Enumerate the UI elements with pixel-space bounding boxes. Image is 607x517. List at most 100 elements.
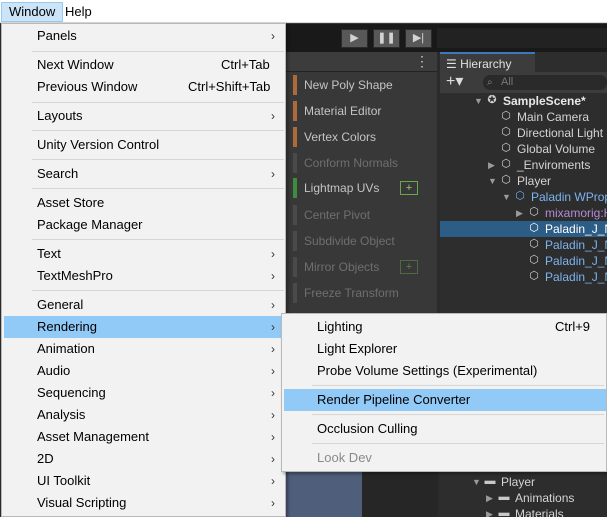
- tool-freeze-transform[interactable]: Freeze Transform: [293, 283, 433, 303]
- tool-conform-normals[interactable]: Conform Normals: [293, 153, 433, 173]
- menu-item-light-explorer[interactable]: Light Explorer: [284, 338, 606, 360]
- menu-item-visual-scripting[interactable]: Visual Scripting ›: [4, 492, 285, 514]
- menu-item-rendering[interactable]: Rendering ›: [4, 316, 285, 338]
- menu-item-occlusion-culling[interactable]: Occlusion Culling: [284, 418, 606, 440]
- hierarchy-search-input[interactable]: ⌕ All: [483, 75, 607, 90]
- tool-material-editor[interactable]: Material Editor: [293, 101, 433, 121]
- hierarchy-row[interactable]: ⬡ Directional Light: [440, 125, 607, 141]
- chevron-right-icon: ›: [271, 452, 275, 466]
- menu-item-animation[interactable]: Animation ›: [4, 338, 285, 360]
- menu-item-asset-store[interactable]: Asset Store: [4, 192, 285, 214]
- hierarchy-row[interactable]: ▼ ⬡ Player: [440, 173, 607, 189]
- hierarchy-row-selected[interactable]: ⬡ Paladin_J_Nordstrom: [440, 221, 607, 237]
- menu-item-label: Rendering: [37, 319, 97, 334]
- tool-label: Lightmap UVs: [304, 181, 380, 195]
- rendering-submenu: Lighting Ctrl+9 Light Explorer Probe Volu…: [281, 313, 607, 472]
- tool-lightmap-uvs[interactable]: Lightmap UVs +: [293, 178, 433, 198]
- menu-item-asset-management[interactable]: Asset Management ›: [4, 426, 285, 448]
- menu-item-lighting[interactable]: Lighting Ctrl+9: [284, 316, 606, 338]
- menu-item-render-pipeline-converter[interactable]: Render Pipeline Converter: [284, 389, 606, 411]
- row-label: Paladin_J_Nordstrom: [545, 238, 607, 252]
- project-panel: ▼ ▬ Player ▶ ▬ Animations ▶ ▬ Materials: [440, 470, 607, 517]
- menu-item-2d[interactable]: 2D ›: [4, 448, 285, 470]
- tool-panel-header: ⋮: [285, 52, 437, 72]
- hierarchy-row[interactable]: ⬡ Paladin_J_Nordstrom: [440, 237, 607, 253]
- tool-subdivide-object[interactable]: Subdivide Object: [293, 231, 433, 251]
- chevron-right-icon: ›: [271, 386, 275, 400]
- menu-item-ui-toolkit[interactable]: UI Toolkit ›: [4, 470, 285, 492]
- menu-item-previous-window[interactable]: Previous Window Ctrl+Shift+Tab: [4, 76, 285, 98]
- gameobject-icon: ⬡: [529, 222, 539, 234]
- menu-item-panels[interactable]: Panels ›: [4, 25, 285, 47]
- hierarchy-row[interactable]: ⬡ Paladin_J_Nordstrom: [440, 253, 607, 269]
- menu-item-textmeshpro[interactable]: TextMeshPro ›: [4, 265, 285, 287]
- toolbar-right-area: [437, 28, 607, 48]
- menu-item-label: UI Toolkit: [37, 473, 91, 488]
- menu-item-text[interactable]: Text ›: [4, 243, 285, 265]
- project-row[interactable]: ▼ ▬ Player: [440, 474, 607, 490]
- menu-item-next-window[interactable]: Next Window Ctrl+Tab: [4, 54, 285, 76]
- scene-view[interactable]: [285, 470, 362, 517]
- tool-mirror-objects[interactable]: Mirror Objects +: [293, 257, 433, 277]
- expand-arrow-icon[interactable]: ▼: [502, 189, 511, 205]
- menu-item-label: Visual Scripting: [37, 495, 127, 510]
- plus-icon[interactable]: +: [400, 260, 418, 274]
- menu-separator: [32, 130, 284, 131]
- expand-arrow-icon[interactable]: ▶: [486, 506, 493, 517]
- menu-item-audio[interactable]: Audio ›: [4, 360, 285, 382]
- tool-new-poly-shape[interactable]: New Poly Shape: [293, 75, 433, 95]
- play-icon[interactable]: ▶: [341, 29, 368, 48]
- menu-item-label: Light Explorer: [317, 341, 398, 356]
- pause-icon[interactable]: ❚❚: [373, 29, 400, 48]
- folder-icon: ▬: [484, 475, 496, 487]
- hierarchy-row[interactable]: ⬡ Main Camera: [440, 109, 607, 125]
- tool-vertex-colors[interactable]: Vertex Colors: [293, 127, 433, 147]
- tool-label: Material Editor: [304, 104, 382, 118]
- tool-label: Center Pivot: [304, 208, 371, 222]
- expand-arrow-icon[interactable]: ▼: [474, 93, 483, 109]
- hierarchy-row-scene[interactable]: ▼ ✪ SampleScene*: [440, 93, 607, 109]
- hierarchy-row[interactable]: ▶ ⬡ mixamorig:Hips: [440, 205, 607, 221]
- row-label: mixamorig:Hips: [545, 206, 607, 220]
- menu-item-unity-version-control[interactable]: Unity Version Control: [4, 134, 285, 156]
- chevron-right-icon: ›: [271, 474, 275, 488]
- folder-icon: ▬: [498, 507, 510, 517]
- hierarchy-row[interactable]: ⬡ Global Volume: [440, 141, 607, 157]
- menu-window[interactable]: Window: [1, 2, 64, 22]
- menu-item-label: Render Pipeline Converter: [317, 392, 471, 407]
- menu-item-search[interactable]: Search ›: [4, 163, 285, 185]
- chevron-right-icon: ›: [271, 342, 275, 356]
- menu-item-probe-volume-settings[interactable]: Probe Volume Settings (Experimental): [284, 360, 606, 382]
- step-icon[interactable]: ▶|: [405, 29, 432, 48]
- more-options-icon[interactable]: ⋮: [415, 53, 429, 69]
- row-label: Animations: [515, 491, 575, 505]
- plus-icon[interactable]: +: [400, 181, 418, 195]
- expand-arrow-icon[interactable]: ▶: [486, 490, 493, 506]
- hierarchy-row[interactable]: ⬡ Paladin_J_Nordstrom: [440, 269, 607, 285]
- add-object-button[interactable]: +▾: [446, 73, 463, 91]
- hierarchy-row[interactable]: ▶ ⬡ _Enviroments: [440, 157, 607, 173]
- hierarchy-row[interactable]: ▼ ⬡ Paladin WProp: [440, 189, 607, 205]
- menu-item-shortcut: Ctrl+Shift+Tab: [188, 79, 271, 94]
- expand-arrow-icon[interactable]: ▶: [488, 157, 495, 173]
- row-label: Main Camera: [517, 110, 590, 124]
- menu-item-analysis[interactable]: Analysis ›: [4, 404, 285, 426]
- project-row[interactable]: ▶ ▬ Materials: [440, 506, 607, 517]
- tool-center-pivot[interactable]: Center Pivot: [293, 205, 433, 225]
- menu-help[interactable]: Help: [58, 2, 99, 22]
- menu-item-label: Layouts: [37, 108, 83, 123]
- unity-scene-icon: ✪: [487, 94, 497, 106]
- menu-item-label: Text: [37, 246, 61, 261]
- menu-item-sequencing[interactable]: Sequencing ›: [4, 382, 285, 404]
- menu-item-layouts[interactable]: Layouts ›: [4, 105, 285, 127]
- menu-item-general[interactable]: General ›: [4, 294, 285, 316]
- menu-item-shortcut: Ctrl+Tab: [221, 57, 270, 72]
- gameobject-icon: ⬡: [529, 270, 539, 282]
- expand-arrow-icon[interactable]: ▼: [472, 474, 481, 490]
- menu-item-look-dev[interactable]: Look Dev: [284, 447, 606, 469]
- tab-hierarchy[interactable]: ☰ Hierarchy: [440, 52, 535, 72]
- project-row[interactable]: ▶ ▬ Animations: [440, 490, 607, 506]
- expand-arrow-icon[interactable]: ▼: [488, 173, 497, 189]
- expand-arrow-icon[interactable]: ▶: [516, 205, 523, 221]
- menu-item-package-manager[interactable]: Package Manager: [4, 214, 285, 236]
